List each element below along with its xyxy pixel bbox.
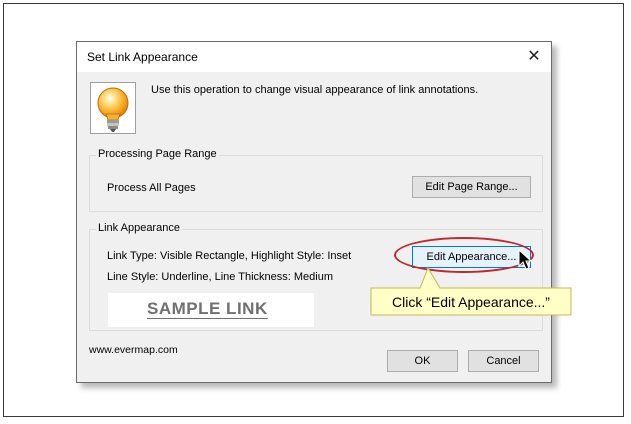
callout-text: Click “Edit Appearance...” (392, 294, 550, 310)
mouse-cursor-icon (518, 249, 533, 270)
callout-box (370, 266, 572, 316)
